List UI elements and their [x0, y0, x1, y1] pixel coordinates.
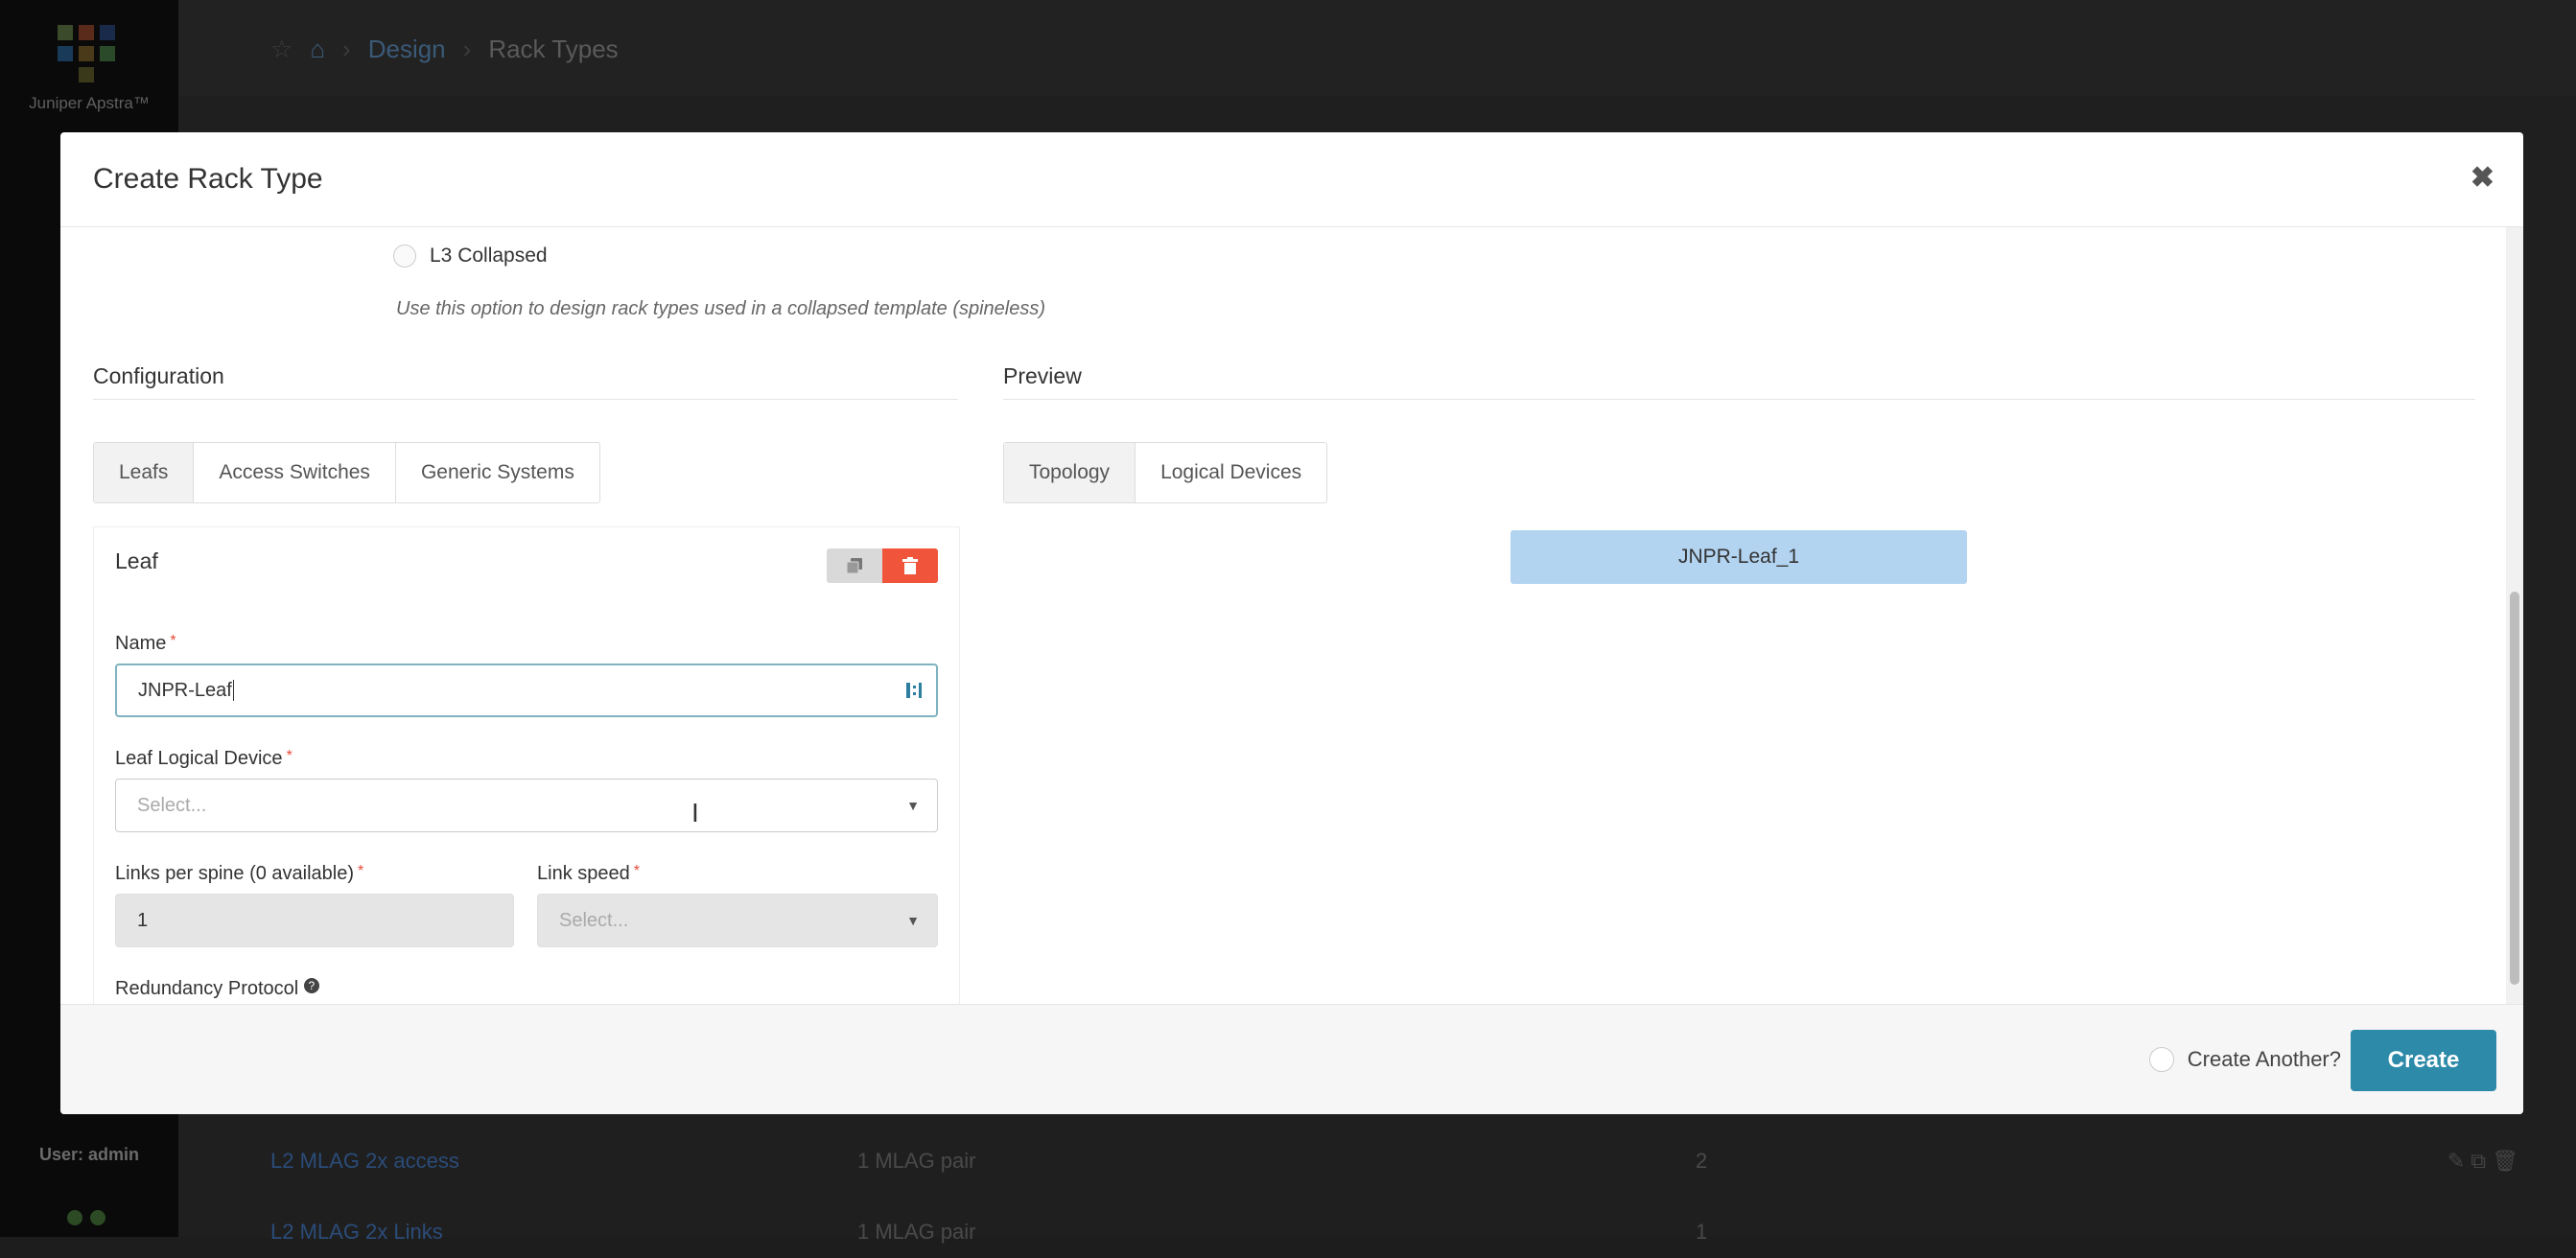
text-cursor-icon: I — [691, 798, 699, 827]
modal-header: Create Rack Type ✖ — [60, 132, 2523, 227]
tab-leafs[interactable]: Leafs — [94, 443, 195, 502]
table-row[interactable]: L2 MLAG 2x access 1 MLAG pair 2 ✎ ⧉ 🗑 — [270, 1149, 2538, 1187]
scroll-thumb[interactable] — [2510, 592, 2519, 985]
create-another-label[interactable]: Create Another? — [2188, 1047, 2341, 1072]
breadcrumb-design[interactable]: Design — [368, 35, 446, 64]
leaf-card-actions — [827, 548, 938, 583]
links-per-spine-input: 1 — [115, 894, 514, 947]
current-user[interactable]: User: admin — [0, 1145, 178, 1165]
table-row[interactable]: L2 MLAG 2x Links 1 MLAG pair 1 — [270, 1220, 2538, 1258]
topbar: ☆ ⌂ › Design › Rack Types — [178, 0, 2576, 96]
name-input[interactable]: JNPR-Leaf — [115, 664, 938, 717]
l3-collapsed-help: Use this option to design rack types use… — [396, 298, 1046, 319]
clone-icon — [846, 558, 862, 574]
preview-heading: Preview — [1003, 363, 2475, 400]
autofill-icon — [906, 683, 922, 698]
leaf-card-title: Leaf — [115, 548, 158, 573]
trash-icon — [902, 557, 918, 574]
row-actions[interactable]: ✎ ⧉ 🗑 — [2447, 1149, 2518, 1174]
tab-access-switches[interactable]: Access Switches — [194, 443, 396, 502]
apstra-logo — [58, 25, 115, 82]
name-label: Name * — [115, 633, 176, 654]
create-another-checkbox[interactable] — [2148, 1047, 2174, 1072]
configuration-tabs: Leafs Access Switches Generic Systems — [93, 442, 600, 503]
help-icon[interactable]: ? — [303, 978, 319, 993]
chevron-down-icon: ▼ — [906, 798, 920, 813]
tab-generic-systems[interactable]: Generic Systems — [396, 443, 599, 502]
star-icon[interactable]: ☆ — [270, 35, 293, 64]
close-icon[interactable]: ✖ — [2471, 161, 2494, 195]
link-speed-select: Select... ▼ — [537, 894, 938, 947]
preview-leaf-node[interactable]: JNPR-Leaf_1 — [1510, 530, 1967, 584]
chevron-down-icon: ▼ — [906, 913, 920, 928]
breadcrumb-rack-types: Rack Types — [488, 35, 619, 63]
redundancy-protocol-label: Redundancy Protocol ? — [115, 978, 319, 1000]
l3-collapsed-radio[interactable] — [393, 245, 416, 268]
modal-title: Create Rack Type — [93, 163, 323, 195]
modal-footer: Create Another? Create — [60, 1004, 2523, 1114]
create-another-option[interactable]: Create Another? — [2148, 1047, 2341, 1072]
tab-topology[interactable]: Topology — [1004, 443, 1136, 502]
brand-name: Juniper Apstra™ — [29, 94, 150, 112]
preview-tabs: Topology Logical Devices — [1003, 442, 1328, 503]
create-button[interactable]: Create — [2351, 1030, 2496, 1091]
configuration-heading: Configuration — [93, 363, 958, 400]
clone-button[interactable] — [827, 548, 882, 583]
create-rack-type-modal: Create Rack Type ✖ L3 Collapsed Use this… — [60, 132, 2523, 1114]
leaf-card: Leaf Name * JNPR-Leaf Leaf Logical Device… — [93, 526, 960, 1004]
modal-body: L3 Collapsed Use this option to design r… — [60, 227, 2523, 1004]
leaf-logical-device-label: Leaf Logical Device * — [115, 748, 293, 769]
links-per-spine-label: Links per spine (0 available) * — [115, 863, 364, 884]
status-dots — [67, 1210, 113, 1230]
breadcrumb: ☆ ⌂ › Design › Rack Types — [270, 35, 619, 64]
l3-collapsed-label[interactable]: L3 Collapsed — [430, 245, 548, 268]
home-icon[interactable]: ⌂ — [310, 35, 325, 64]
link-speed-label: Link speed * — [537, 863, 640, 884]
delete-button[interactable] — [882, 548, 938, 583]
l3-collapsed-option[interactable]: L3 Collapsed — [393, 245, 548, 268]
leaf-logical-device-select[interactable]: Select... ▼ I — [115, 779, 938, 832]
tab-logical-devices[interactable]: Logical Devices — [1136, 443, 1326, 502]
modal-scrollbar[interactable] — [2506, 227, 2523, 1004]
